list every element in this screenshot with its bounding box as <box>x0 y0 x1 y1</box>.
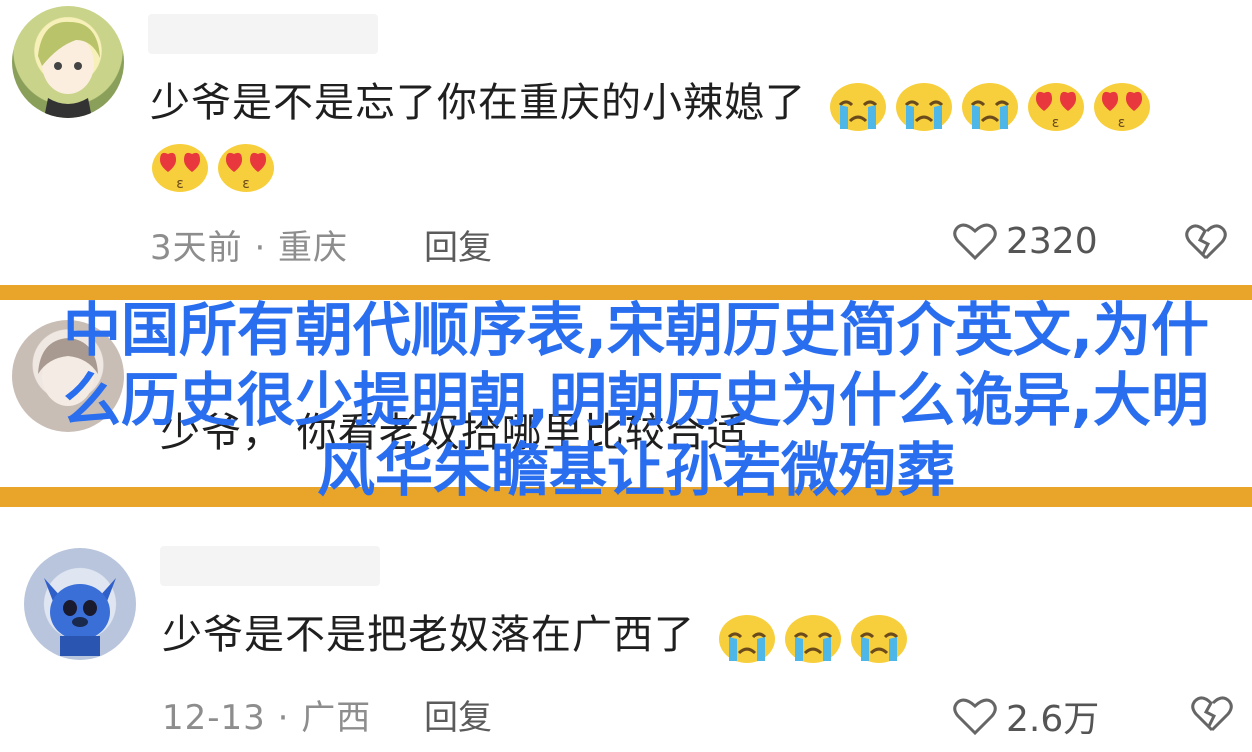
emoji-group: ε ε <box>150 138 276 194</box>
crying-face-icon <box>784 615 841 663</box>
crying-face-icon <box>895 83 952 131</box>
reply-button[interactable]: 回复 <box>424 220 492 269</box>
comment-meta: 12-13 · 广西 <box>162 698 372 738</box>
like-button[interactable]: 2320 <box>952 220 1098 262</box>
username[interactable] <box>160 546 380 586</box>
dislike-icon[interactable] <box>1184 222 1228 262</box>
comment-item: 少爷， 你看老奴拾哪里比较合适 <box>0 296 1252 492</box>
like-count: 2.6万 <box>1006 699 1100 740</box>
comment-item: 少爷是不是忘了你在重庆的小辣媳了 ε ε ε ε 3天前 · 重庆 回复 232… <box>0 0 1252 285</box>
svg-text:ε: ε <box>1051 115 1060 131</box>
crying-face-icon <box>718 615 775 663</box>
svg-text:ε: ε <box>176 176 184 192</box>
comment-meta: 3天前 · 重庆 <box>150 228 349 268</box>
avatar[interactable] <box>24 548 136 660</box>
emoji-group <box>717 609 909 665</box>
comment-text: 少爷是不是忘了你在重庆的小辣媳了 ε ε <box>150 70 1240 136</box>
comment-text: 少爷是不是把老奴落在广西了 <box>162 602 1222 668</box>
avatar-icon <box>38 338 98 406</box>
heart-eyes-face-icon: ε <box>1093 83 1150 131</box>
crying-face-icon <box>961 83 1018 131</box>
comment-text: 少爷， 你看老奴拾哪里比较合适 <box>160 410 748 456</box>
svg-text:ε: ε <box>1117 115 1126 131</box>
avatar[interactable] <box>12 320 124 432</box>
crying-face-icon <box>850 615 907 663</box>
crying-face-icon <box>829 83 886 131</box>
heart-eyes-face-icon: ε <box>1027 83 1084 131</box>
like-count: 2320 <box>1006 220 1098 262</box>
comment-item: 少爷是不是把老奴落在广西了 12-13 · 广西 回复 2.6万 <box>0 508 1252 752</box>
like-button[interactable]: 2.6万 <box>952 690 1099 742</box>
emoji-group: ε ε <box>828 77 1152 133</box>
username[interactable] <box>148 14 378 54</box>
heart-icon <box>953 223 997 261</box>
reply-button[interactable]: 回复 <box>424 690 492 739</box>
heart-eyes-face-icon: ε <box>218 144 274 192</box>
heart-icon <box>953 698 997 736</box>
avatar[interactable] <box>12 6 124 118</box>
avatar-icon <box>38 21 100 118</box>
dislike-icon[interactable] <box>1190 694 1234 734</box>
heart-eyes-face-icon: ε <box>152 144 208 192</box>
avatar-icon <box>44 578 116 656</box>
svg-text:ε: ε <box>242 176 250 192</box>
